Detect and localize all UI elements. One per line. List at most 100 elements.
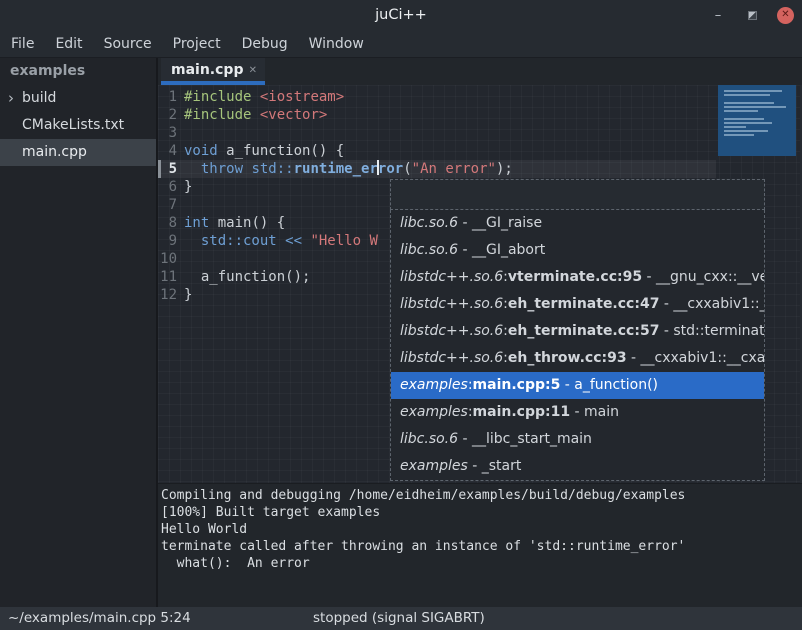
stack-frame-row[interactable]: libc.so.6 - __GI_abort [391,237,764,264]
line-number: 1 [158,88,184,106]
menu-item-project[interactable]: Project [173,36,221,52]
menu-item-debug[interactable]: Debug [242,36,288,52]
stack-frame-row[interactable]: libc.so.6 - __libc_start_main [391,426,764,453]
minimap-line [724,90,782,92]
stack-frame-row[interactable]: examples:main.cpp:5 - a_function() [391,372,764,399]
frame-function: - __GI_raise [458,215,542,231]
terminal-output[interactable]: Compiling and debugging /home/eidheim/ex… [158,483,802,607]
frame-library: examples [400,404,468,420]
code-text: } [184,286,192,304]
code-line: 5 throw std::runtime_error("An error"); [158,160,800,178]
tab-main-cpp[interactable]: main.cpp ✕ [161,58,265,85]
tab-close-icon[interactable]: ✕ [249,65,257,76]
statusbar: ~/examples/main.cpp 5:24 stopped (signal… [0,607,802,630]
titlebar[interactable]: juCi++ – ✕ [0,0,802,30]
stack-frame-row[interactable]: examples - _start [391,453,764,480]
frame-location: eh_throw.cc:93 [508,350,627,366]
frame-function: - __GI_abort [458,242,545,258]
token-pl [277,233,285,249]
frame-location: eh_terminate.cc:47 [508,296,660,312]
frame-location: main.cpp:11 [473,404,571,420]
code-text: throw std::runtime_error("An error"); [184,160,513,178]
frame-library: libstdc++.so.6 [400,296,503,312]
token-pl [184,161,201,177]
line-number: 11 [158,268,184,286]
code-line: 2#include <vector> [158,106,800,124]
token-st: <vector> [260,107,327,123]
minimap[interactable] [718,85,796,156]
line-number: 9 [158,232,184,250]
app-window: juCi++ – ✕ File Edit Source Project Debug Win… [0,0,802,630]
tree-item-label: CMakeLists.txt [22,117,124,133]
menu-item-file[interactable]: File [11,36,34,52]
token-kb: runtime_er [294,161,378,177]
frame-library: libstdc++.so.6 [400,350,503,366]
code-text: std::cout << "Hello W [184,232,378,250]
popup-filter-input[interactable] [390,179,765,210]
token-pl: } [184,287,192,303]
line-number: 5 [158,160,184,178]
minimap-line [724,106,786,108]
sidebar-file-tree: examples ›buildCMakeLists.txtmain.cpp [0,58,158,607]
tree-item-main-cpp[interactable]: main.cpp [0,139,156,166]
restore-button[interactable] [743,6,761,24]
code-editor[interactable]: 1#include <iostream>2#include <vector>34… [158,85,800,483]
frame-library: libc.so.6 [400,431,458,447]
stack-frame-row[interactable]: libstdc++.so.6:vterminate.cc:95 - __gnu_… [391,264,764,291]
line-number: 12 [158,286,184,304]
frame-function: - std::terminate() [659,323,764,339]
frame-library: libstdc++.so.6 [400,269,503,285]
token-pl: a_function(); [184,269,310,285]
terminal-line: what(): An error [161,555,802,572]
body: examples ›build CMakeLists.txt main.cpp ma… [0,58,802,607]
stack-frame-row[interactable]: libstdc++.so.6:eh_terminate.cc:57 - std:… [391,318,764,345]
token-kw: int [184,215,209,231]
menu-item-source[interactable]: Source [104,36,152,52]
line-number: 4 [158,142,184,160]
frame-function: - __cxxabiv1::__terminate(void (*)()) [659,296,764,312]
token-pre: #include [184,107,251,123]
minimize-button[interactable]: – [709,6,727,24]
code-text: void a_function() { [184,142,344,160]
stack-frame-row[interactable]: libstdc++.so.6:eh_throw.cc:93 - __cxxabi… [391,345,764,372]
minimap-line [724,126,746,128]
code-line: 1#include <iostream> [158,88,800,106]
line-number: 2 [158,106,184,124]
token-kw: std:: [251,161,293,177]
stack-frame-row[interactable]: examples:main.cpp:11 - main [391,399,764,426]
menu-item-edit[interactable]: Edit [55,36,82,52]
token-pl: } [184,179,192,195]
minimap-line [724,134,754,136]
close-button[interactable]: ✕ [777,7,794,24]
line-number: 10 [158,250,184,268]
token-kw: void [184,143,218,159]
code-line: 3 [158,124,800,142]
tree-item-cmakelists-txt[interactable]: CMakeLists.txt [0,112,156,139]
code-text: #include <vector> [184,106,327,124]
token-kw: << [285,233,302,249]
code-text: #include <iostream> [184,88,344,106]
stack-frame-row[interactable]: libc.so.6 - __GI_raise [391,210,764,237]
chevron-right-icon[interactable]: › [8,85,14,112]
window-controls: – ✕ [709,0,794,30]
tree-item-build[interactable]: ›build [0,85,156,112]
token-st: "An error" [412,161,496,177]
frame-function: - __cxxabiv1::__cxa_throw [627,350,764,366]
frame-location: vterminate.cc:95 [508,269,642,285]
menu-item-window[interactable]: Window [309,36,364,52]
frame-library: libc.so.6 [400,242,458,258]
code-text: int main() { [184,214,285,232]
stack-frame-popup: libc.so.6 - __GI_raiselibc.so.6 - __GI_a… [390,179,765,481]
line-number: 7 [158,196,184,214]
status-debug-state: stopped (signal SIGABRT) [313,607,485,630]
stack-frame-row[interactable]: libstdc++.so.6:eh_terminate.cc:47 - __cx… [391,291,764,318]
minimap-line [724,122,772,124]
frame-function: - _start [468,458,522,474]
tab-label: main.cpp [171,62,249,78]
token-pl [184,233,201,249]
minimap-line [724,130,768,132]
menubar: File Edit Source Project Debug Window [0,30,802,58]
token-pl: ); [496,161,513,177]
token-kw: std::cout [201,233,277,249]
token-pl [251,89,259,105]
